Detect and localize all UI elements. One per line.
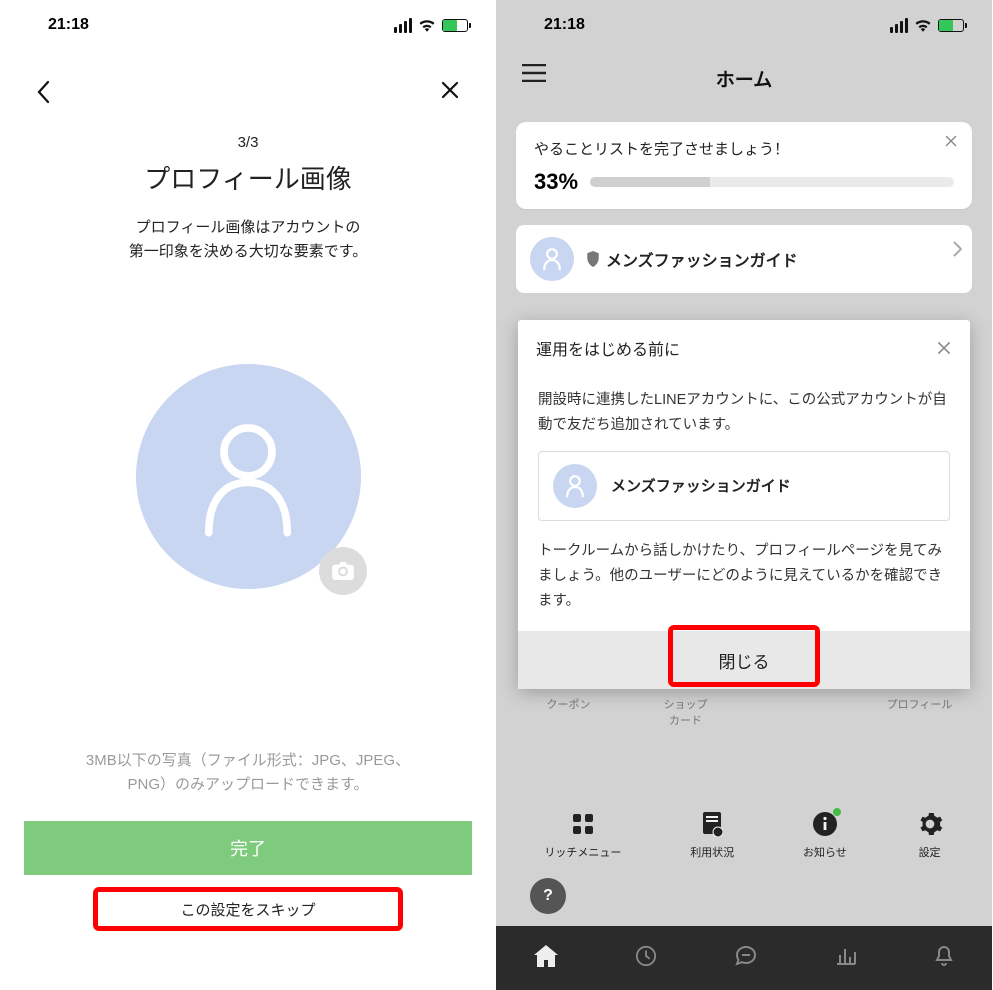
close-icon[interactable]	[440, 80, 460, 100]
gear-icon	[916, 810, 944, 838]
shield-icon	[586, 251, 600, 267]
modal-close-button[interactable]: 閉じる	[518, 631, 970, 689]
document-icon	[698, 810, 726, 838]
person-icon	[564, 474, 586, 498]
signal-icon	[890, 18, 908, 33]
menu-richmenu[interactable]: リッチメニュー	[544, 810, 621, 860]
tab-bar	[496, 926, 992, 990]
close-icon	[944, 134, 958, 148]
status-bar: 21:18	[0, 0, 496, 50]
info-icon	[811, 810, 839, 838]
done-button[interactable]: 完了	[24, 821, 472, 875]
account-row[interactable]: メンズファッションガイド	[516, 225, 972, 293]
menu-settings[interactable]: 設定	[916, 810, 944, 860]
dismiss-button[interactable]	[944, 134, 958, 153]
menu-news[interactable]: お知らせ	[803, 810, 847, 860]
home-icon	[534, 945, 558, 967]
status-indicators	[394, 18, 468, 33]
onboarding-modal: 運用をはじめる前に 開設時に連携したLINEアカウントに、この公式アカウントが自…	[518, 320, 970, 689]
shortcut-profile: プロフィール	[861, 696, 978, 728]
profile-setup-screen: 21:18 3/3 プロフィール画像 プロフィール画像はアカウントの 第一印象を…	[0, 0, 496, 990]
modal-body: 開設時に連携したLINEアカウントに、この公式アカウントが自動で友だち追加されて…	[518, 376, 970, 631]
modal-text-1: 開設時に連携したLINEアカウントに、この公式アカウントが自動で友だち追加されて…	[538, 388, 950, 437]
status-bar: 21:18	[496, 0, 992, 50]
status-time: 21:18	[544, 16, 585, 34]
upload-hint: 3MB以下の写真（ファイル形式：JPG、JPEG、 PNG）のみアップロードでき…	[0, 749, 496, 797]
modal-header: 運用をはじめる前に	[518, 320, 970, 376]
status-indicators	[890, 18, 964, 33]
question-icon: ?	[543, 887, 553, 905]
bell-icon	[934, 945, 954, 967]
hamburger-icon	[522, 64, 546, 82]
tab-stats[interactable]	[835, 946, 857, 971]
progress-row: 33%	[534, 169, 954, 195]
person-icon	[541, 247, 563, 271]
tab-notifications[interactable]	[934, 945, 954, 972]
shortcut-row-partial: クーポン ショップ カード プロフィール	[496, 696, 992, 728]
chart-icon	[835, 946, 857, 966]
clock-icon	[635, 945, 657, 967]
wifi-icon	[418, 18, 436, 32]
nav-bar	[0, 50, 496, 114]
modal-title: 運用をはじめる前に	[536, 336, 680, 360]
menu-usage[interactable]: 利用状況	[690, 810, 734, 860]
home-header: ホーム	[496, 50, 992, 106]
chevron-right-icon	[952, 241, 962, 262]
shortcut-shopcard: ショップ カード	[627, 696, 744, 728]
wifi-icon	[914, 18, 932, 32]
friend-box[interactable]: メンズファッションガイド	[538, 451, 950, 521]
tab-timeline[interactable]	[635, 945, 657, 972]
status-time: 21:18	[48, 16, 89, 34]
step-indicator: 3/3	[0, 134, 496, 151]
close-icon[interactable]	[936, 340, 952, 356]
battery-icon	[938, 19, 964, 32]
progress-percent: 33%	[534, 169, 578, 195]
battery-icon	[442, 19, 468, 32]
avatar-upload[interactable]	[136, 364, 361, 589]
skip-button[interactable]: この設定をスキップ	[93, 887, 403, 931]
tab-chat[interactable]	[734, 945, 758, 972]
grid-icon	[569, 810, 597, 838]
friend-name: メンズファッションガイド	[611, 474, 791, 500]
shortcut-coupon: クーポン	[510, 696, 627, 728]
help-button[interactable]: ?	[530, 878, 566, 914]
progress-bar	[590, 177, 954, 187]
chat-icon	[734, 945, 758, 967]
tab-home[interactable]	[534, 945, 558, 972]
todo-card[interactable]: やることリストを完了させましょう！ 33%	[516, 122, 972, 209]
signal-icon	[394, 18, 412, 33]
avatar	[530, 237, 574, 281]
modal-text-2: トークルームから話しかけたり、プロフィールページを見てみましょう。他のユーザーに…	[538, 539, 950, 613]
menu-button[interactable]	[522, 64, 546, 87]
back-icon[interactable]	[36, 80, 52, 104]
menu-row: リッチメニュー 利用状況 お知らせ 設定	[496, 810, 992, 860]
home-screen: 21:18 ホーム やることリストを完了させましょう！ 33% メンズファッショ…	[496, 0, 992, 990]
account-name: メンズファッションガイド	[586, 247, 798, 271]
page-title: プロフィール画像	[0, 159, 496, 196]
page-subtitle: プロフィール画像はアカウントの 第一印象を決める大切な要素です。	[0, 216, 496, 264]
camera-button[interactable]	[319, 547, 367, 595]
home-title: ホーム	[716, 65, 772, 92]
person-icon	[193, 417, 303, 537]
avatar	[553, 464, 597, 508]
todo-text: やることリストを完了させましょう！	[534, 138, 954, 159]
camera-icon	[332, 562, 354, 580]
